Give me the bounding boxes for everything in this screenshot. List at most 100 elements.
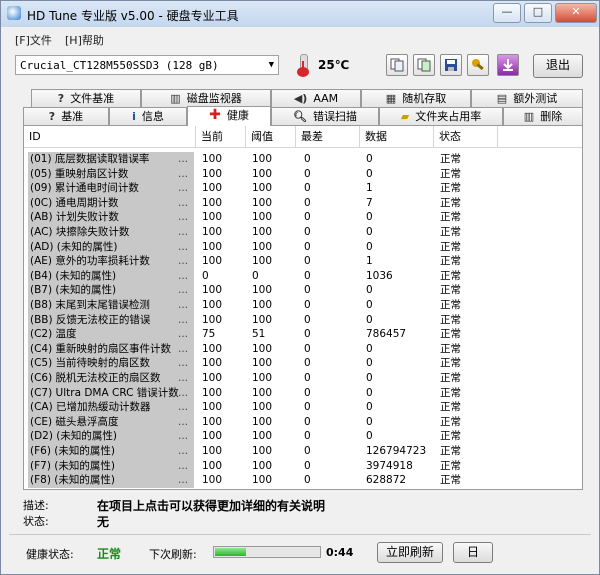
table-row[interactable]: (AD) (未知的属性)... 100 100 0 0 正常 (24, 239, 582, 255)
tab-health[interactable]: ✚ 健康 (187, 106, 271, 126)
worst-cell: 0 (304, 401, 311, 414)
table-row[interactable]: (C5) 当前待映射的扇区数... 100 100 0 0 正常 (24, 356, 582, 371)
download-button[interactable] (497, 54, 519, 76)
tab-extra-tests[interactable]: ▤ 额外测试 (471, 89, 583, 107)
data-cell: 786457 (366, 328, 407, 341)
worst-cell: 0 (304, 182, 311, 195)
table-row[interactable]: (D2) (未知的属性)... 100 100 0 0 正常 (24, 429, 582, 444)
ellipsis-icon: ... (177, 474, 188, 487)
status-cell: 正常 (440, 182, 461, 195)
table-row[interactable]: (09) 累计通电时间计数... 100 100 0 1 正常 (24, 181, 582, 196)
status-cell: 正常 (440, 313, 461, 326)
attribute-name-cell: (AD) (未知的属性)... (28, 239, 194, 255)
tab-random-access[interactable]: ▦ 随机存取 (361, 89, 471, 107)
column-header-status[interactable]: 状态 (434, 126, 498, 148)
current-cell: 100 (202, 153, 223, 165)
save-button[interactable] (440, 54, 462, 76)
tab-aam[interactable]: ◀) AAM (271, 89, 361, 107)
ellipsis-icon: ... (177, 284, 188, 297)
smart-table[interactable]: ID 当前 阈值 最差 数据 状态 (01) 底层数据读取错误率... 100 10… (23, 125, 583, 490)
table-row[interactable]: (05) 重映射扇区计数... 100 100 0 0 正常 (24, 166, 582, 182)
status-cell: 正常 (440, 357, 461, 370)
tab-erase[interactable]: ▥ 删除 (503, 107, 583, 125)
worst-cell: 0 (304, 269, 311, 282)
status-cell: 正常 (440, 372, 461, 384)
column-header-current[interactable]: 当前 (196, 126, 246, 148)
attribute-name: (AE) 意外的功率损耗计数 (30, 255, 150, 268)
column-header-data[interactable]: 数据 (360, 126, 434, 148)
column-header-id[interactable]: ID (24, 126, 196, 148)
ellipsis-icon: ... (177, 372, 188, 384)
table-row[interactable]: (AB) 计划失败计数... 100 100 0 0 正常 (24, 210, 582, 225)
tab-benchmark[interactable]: ? 基准 (23, 107, 109, 125)
status-text: 无 (97, 515, 110, 529)
copy-screen-button[interactable] (413, 54, 435, 76)
copy-text-button[interactable] (386, 54, 408, 76)
table-row[interactable]: (B4) (未知的属性)... 0 0 0 1036 正常 (24, 268, 582, 284)
table-row[interactable]: (B7) (未知的属性)... 100 100 0 0 正常 (24, 283, 582, 298)
table-row[interactable]: (C6) 脱机无法校正的扇区数... 100 100 0 0 正常 (24, 371, 582, 386)
tab-label: 健康 (226, 109, 249, 122)
data-cell: 0 (366, 284, 373, 297)
table-row[interactable]: (AE) 意外的功率损耗计数... 100 100 0 1 正常 (24, 254, 582, 269)
current-cell: 100 (202, 357, 223, 370)
drive-select-value: Crucial_CT128M550SSD3 (128 gB) (20, 59, 219, 72)
table-row[interactable]: (BB) 反馈无法校正的错误... 100 100 0 0 正常 (24, 312, 582, 328)
ellipsis-icon: ... (177, 211, 188, 224)
tab-label: 磁盘监视器 (186, 92, 242, 105)
maximize-button[interactable]: □ (524, 3, 552, 23)
error-scan-icon: 🔍︎ (293, 110, 307, 123)
tab-label: AAM (313, 92, 339, 105)
log-button[interactable]: 日 (453, 542, 493, 563)
data-cell: 0 (366, 226, 373, 238)
table-row[interactable]: (C4) 重新映射的扇区事件计数... 100 100 0 0 正常 (24, 341, 582, 357)
tab-folder-usage[interactable]: ▰ 文件夹占用率 (379, 107, 503, 125)
menu-help[interactable]: [H]帮助 (65, 32, 104, 48)
threshold-cell: 100 (252, 372, 273, 384)
thermometer-icon (294, 53, 312, 77)
table-row[interactable]: (C2) 温度... 75 51 0 786457 正常 (24, 327, 582, 342)
options-button[interactable] (467, 54, 489, 76)
attribute-name-cell: (F8) (未知的属性)... (28, 473, 194, 488)
exit-button[interactable]: 退出 (533, 54, 583, 78)
current-cell: 100 (202, 474, 223, 487)
attribute-name: (C2) 温度 (30, 328, 77, 341)
refresh-now-button[interactable]: 立即刷新 (377, 542, 443, 563)
status-cell: 正常 (440, 445, 461, 457)
drive-select[interactable]: Crucial_CT128M550SSD3 (128 gB) ▼ (15, 55, 279, 75)
column-header-worst[interactable]: 最差 (296, 126, 360, 148)
tab-info[interactable]: i 信息 (109, 107, 187, 125)
ellipsis-icon: ... (177, 196, 188, 209)
table-row[interactable]: (CA) 已增加热缓动计数器... 100 100 0 0 正常 (24, 400, 582, 415)
table-row[interactable]: (F8) (未知的属性)... 100 100 0 628872 正常 (24, 473, 582, 488)
table-row[interactable]: (B8) 末尾到末尾错误检测... 100 100 0 0 正常 (24, 298, 582, 313)
table-row[interactable]: (0C) 通电周期计数... 100 100 0 7 正常 (24, 195, 582, 211)
table-row[interactable]: (C7) Ultra DMA CRC 错误计数... 100 100 0 0 正常 (24, 385, 582, 401)
table-row[interactable]: (F6) (未知的属性)... 100 100 0 126794723 正常 (24, 444, 582, 459)
minimize-button[interactable]: — (493, 3, 521, 23)
attribute-name: (F7) (未知的属性) (30, 459, 115, 472)
erase-icon: ▥ (523, 110, 535, 123)
copy-screen-icon (417, 58, 431, 72)
data-cell: 0 (366, 342, 373, 355)
save-icon (445, 59, 457, 71)
app-window: HD Tune 专业版 v5.00 - 硬盘专业工具 — □ ✕ [F]文件 [… (0, 0, 600, 575)
table-row[interactable]: (01) 底层数据读取错误率... 100 100 0 0 正常 (24, 152, 582, 167)
title-bar[interactable]: HD Tune 专业版 v5.00 - 硬盘专业工具 — □ ✕ (1, 1, 599, 27)
tab-disk-monitor[interactable]: ▥ 磁盘监视器 (141, 89, 271, 107)
table-row[interactable]: (CE) 磁头悬浮高度... 100 100 0 0 正常 (24, 414, 582, 430)
close-button[interactable]: ✕ (555, 3, 597, 23)
menu-file[interactable]: [F]文件 (15, 32, 52, 48)
attribute-name: (C5) 当前待映射的扇区数 (30, 357, 151, 370)
table-row[interactable]: (AC) 块擦除失败计数... 100 100 0 0 正常 (24, 225, 582, 240)
tab-file-benchmark[interactable]: ? 文件基准 (31, 89, 141, 107)
data-cell: 0 (366, 386, 373, 399)
worst-cell: 0 (304, 196, 311, 209)
attribute-name: (B4) (未知的属性) (30, 269, 117, 282)
status-label: 状态: (23, 515, 49, 528)
table-row[interactable]: (F7) (未知的属性)... 100 100 0 3974918 正常 (24, 458, 582, 474)
random-access-icon: ▦ (385, 92, 397, 105)
ellipsis-icon: ... (177, 240, 188, 253)
column-header-threshold[interactable]: 阈值 (246, 126, 296, 148)
tab-error-scan[interactable]: 🔍︎ 错误扫描 (271, 107, 379, 125)
